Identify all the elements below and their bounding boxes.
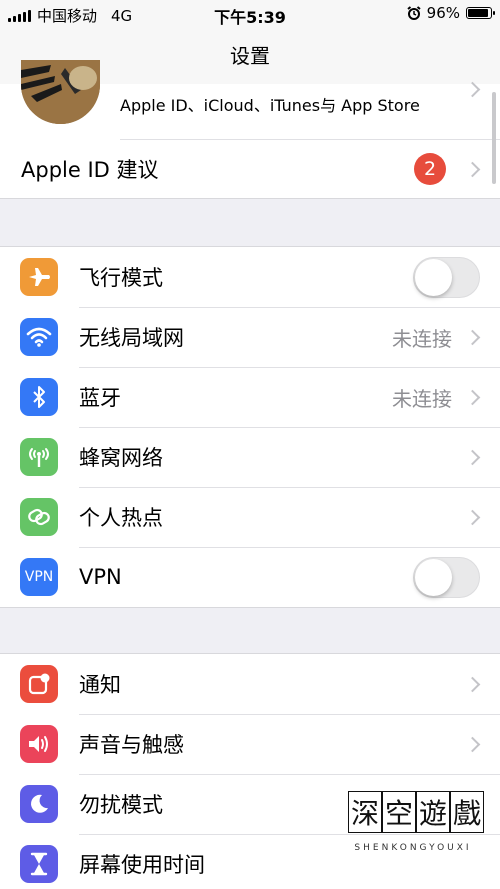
chevron-right-icon [464, 329, 481, 345]
suggestions-count-badge: 2 [414, 153, 446, 185]
sounds-row[interactable]: 声音与触感 [0, 714, 500, 774]
apple-id-suggestions-row[interactable]: Apple ID 建议 2 [0, 139, 500, 199]
vpn-row: VPN VPN [0, 547, 500, 607]
watermark-logo: 深 空 遊 戲 SHENKONGYOUXI [348, 791, 485, 853]
watermark-chars: 深 空 遊 戲 [348, 791, 485, 833]
account-subtitle: Apple ID、iCloud、iTunes与 App Store [120, 96, 420, 115]
vpn-label: VPN [79, 565, 122, 589]
battery-icon [466, 7, 495, 19]
page-title: 设置 [230, 44, 270, 68]
cellular-antenna-icon [20, 438, 58, 476]
alarm-clock-icon [407, 6, 421, 20]
notifications-label: 通知 [79, 673, 121, 697]
cellular-label: 蜂窝网络 [79, 446, 163, 470]
cellular-row[interactable]: 蜂窝网络 [0, 427, 500, 487]
hourglass-icon [20, 845, 58, 883]
airplane-mode-label: 飞行模式 [79, 266, 163, 290]
notifications-row[interactable]: 通知 [0, 654, 500, 714]
watermark-subtitle: SHENKONGYOUXI [354, 843, 472, 853]
chevron-right-icon [464, 736, 481, 752]
dnd-label: 勿扰模式 [79, 793, 163, 817]
vpn-icon: VPN [20, 558, 58, 596]
scroll-indicator [492, 92, 496, 184]
speaker-icon [20, 725, 58, 763]
moon-icon [20, 785, 58, 823]
airplane-icon [20, 258, 58, 296]
watermark-char: 遊 [416, 791, 451, 833]
account-row[interactable]: Apple ID、iCloud、iTunes与 App Store [0, 60, 500, 139]
chevron-right-icon [464, 449, 481, 465]
notifications-icon [20, 665, 58, 703]
chevron-right-icon [464, 676, 481, 692]
hotspot-row[interactable]: 个人热点 [0, 487, 500, 547]
bluetooth-row[interactable]: 蓝牙 未连接 [0, 367, 500, 427]
system-group: 通知 声音与触感 勿扰模式 屏幕使用时间 [0, 653, 500, 889]
toggle-knob [415, 258, 452, 296]
suggestions-label: Apple ID 建议 [21, 158, 159, 182]
bluetooth-status: 未连接 [392, 386, 452, 411]
watermark-char: 戲 [450, 791, 485, 833]
vpn-toggle[interactable] [413, 556, 480, 598]
screen-time-label: 屏幕使用时间 [79, 853, 205, 877]
hotspot-chain-icon [20, 498, 58, 536]
wifi-status: 未连接 [392, 326, 452, 351]
wifi-row[interactable]: 无线局域网 未连接 [0, 307, 500, 367]
avatar [21, 60, 100, 124]
toggle-knob [415, 558, 452, 596]
chevron-right-icon [464, 81, 481, 98]
bluetooth-icon [20, 378, 58, 416]
airplane-mode-toggle[interactable] [413, 256, 480, 298]
vpn-icon-text: VPN [24, 569, 54, 585]
connectivity-group: 飞行模式 无线局域网 未连接 蓝牙 未连接 蜂窝网络 个人热点 VPN VPN [0, 246, 500, 608]
status-bar: 中国移动 4G 下午5:39 96% [0, 0, 500, 28]
avatar-image [21, 60, 100, 124]
chevron-right-icon [464, 389, 481, 405]
wifi-icon [20, 318, 58, 356]
chevron-right-icon [464, 161, 481, 177]
account-group: Apple ID、iCloud、iTunes与 App Store Apple … [0, 60, 500, 199]
wifi-label: 无线局域网 [79, 326, 184, 350]
hotspot-label: 个人热点 [79, 506, 163, 530]
sounds-label: 声音与触感 [79, 733, 184, 757]
airplane-mode-row: 飞行模式 [0, 247, 500, 307]
battery-percent: 96% [426, 4, 460, 22]
watermark-char: 空 [382, 791, 417, 833]
battery-level-fill [468, 9, 489, 17]
watermark-char: 深 [348, 791, 383, 833]
status-right: 96% [407, 4, 495, 22]
chevron-right-icon [464, 509, 481, 525]
bluetooth-label: 蓝牙 [79, 386, 121, 410]
